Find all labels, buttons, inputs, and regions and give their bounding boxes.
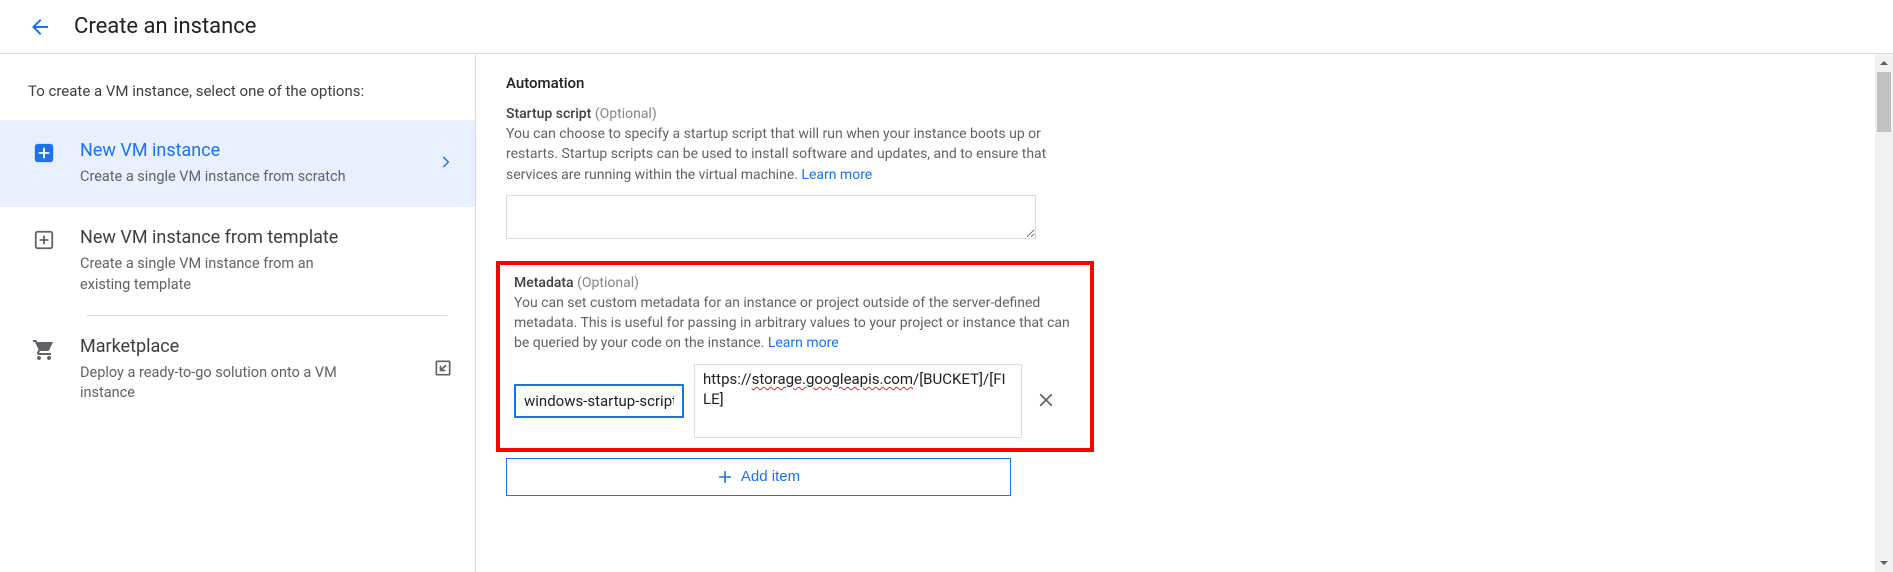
automation-heading: Automation: [506, 74, 1086, 92]
arrow-left-icon: [28, 15, 52, 39]
metadata-label: Metadata: [514, 275, 574, 291]
add-item-button[interactable]: Add item: [506, 458, 1011, 496]
topbar: Create an instance: [0, 0, 1893, 54]
metadata-section-highlight: Metadata (Optional) You can set custom m…: [496, 261, 1094, 452]
scrollbar[interactable]: [1875, 54, 1893, 572]
template-plus-icon: [28, 229, 60, 251]
launch-icon: [433, 358, 453, 382]
learn-more-link[interactable]: Learn more: [801, 167, 872, 183]
metadata-value-spell: storage.googleapis.com: [752, 370, 913, 388]
scroll-up-button[interactable]: [1875, 54, 1893, 72]
sidebar-item-desc: Create a single VM instance from an exis…: [80, 254, 360, 295]
startup-script-label: Startup script: [506, 106, 591, 122]
sidebar-item-title: Marketplace: [80, 336, 457, 357]
sidebar-item-title: New VM instance: [80, 140, 457, 161]
sidebar-item-marketplace[interactable]: Marketplace Deploy a ready-to-go solutio…: [0, 316, 475, 424]
plus-icon: [717, 469, 733, 485]
scroll-down-button[interactable]: [1875, 554, 1893, 572]
sidebar-item-new-vm[interactable]: New VM instance Create a single VM insta…: [0, 120, 475, 207]
metadata-value-prefix: https://: [703, 370, 752, 388]
startup-script-textarea[interactable]: [506, 195, 1036, 239]
optional-label: (Optional): [577, 275, 639, 291]
startup-script-desc: You can choose to specify a startup scri…: [506, 124, 1086, 185]
add-item-label: Add item: [741, 468, 800, 485]
main-panel: Automation Startup script (Optional) You…: [476, 54, 1893, 572]
metadata-desc: You can set custom metadata for an insta…: [514, 293, 1076, 354]
startup-desc-text: You can choose to specify a startup scri…: [506, 126, 1046, 183]
sidebar: To create a VM instance, select one of t…: [0, 54, 476, 572]
sidebar-intro: To create a VM instance, select one of t…: [0, 82, 475, 120]
sidebar-item-from-template[interactable]: New VM instance from template Create a s…: [0, 207, 475, 315]
metadata-key-input[interactable]: [514, 384, 684, 418]
sidebar-item-title: New VM instance from template: [80, 227, 457, 248]
back-button[interactable]: [20, 7, 60, 47]
chevron-right-icon: [439, 155, 453, 173]
plus-box-icon: [28, 142, 60, 164]
remove-metadata-button[interactable]: [1032, 386, 1060, 414]
content-area: To create a VM instance, select one of t…: [0, 54, 1893, 572]
optional-label: (Optional): [595, 106, 657, 122]
sidebar-item-desc: Deploy a ready-to-go solution onto a VM …: [80, 363, 360, 404]
learn-more-link[interactable]: Learn more: [768, 335, 839, 351]
page-title: Create an instance: [74, 14, 256, 39]
scrollbar-thumb[interactable]: [1877, 72, 1891, 132]
metadata-row: https://storage.googleapis.com/[BUCKET]/…: [514, 364, 1076, 438]
sidebar-item-desc: Create a single VM instance from scratch: [80, 167, 360, 187]
cart-icon: [28, 338, 60, 362]
close-icon: [1037, 391, 1055, 409]
metadata-value-input[interactable]: https://storage.googleapis.com/[BUCKET]/…: [694, 364, 1022, 438]
